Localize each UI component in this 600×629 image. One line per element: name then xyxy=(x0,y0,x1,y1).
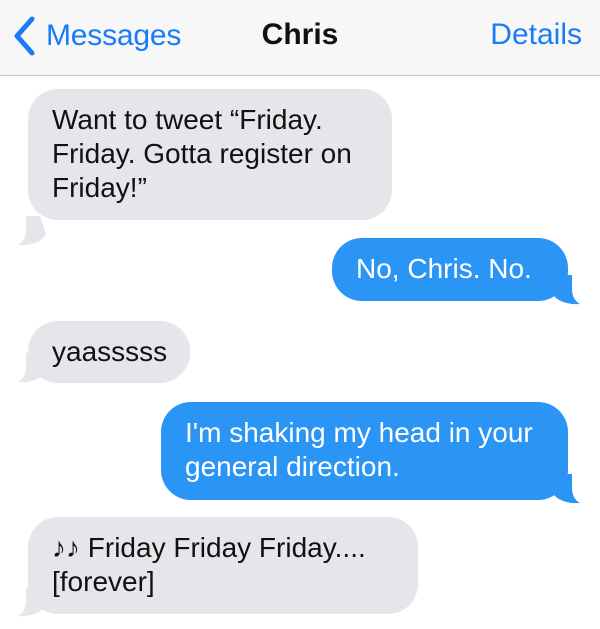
nav-bar: Messages Chris Details xyxy=(0,0,600,76)
back-button-label: Messages xyxy=(46,19,182,52)
incoming-bubble-tail xyxy=(18,216,46,246)
details-button[interactable]: Details xyxy=(490,18,582,52)
message-thread: Want to tweet “Friday. Friday. Gotta reg… xyxy=(0,76,600,629)
back-button[interactable]: Messages xyxy=(12,14,181,58)
message-bubble-outgoing[interactable]: I'm shaking my head in your general dire… xyxy=(161,402,568,500)
message-bubble-incoming[interactable]: yaasssss xyxy=(28,321,190,383)
message-bubble-incoming[interactable]: ♪♪ Friday Friday Friday.... [forever] xyxy=(28,517,418,614)
message-bubble-incoming[interactable]: Want to tweet “Friday. Friday. Gotta reg… xyxy=(28,89,392,220)
chevron-left-icon xyxy=(14,16,35,56)
message-bubble-outgoing[interactable]: No, Chris. No. xyxy=(332,238,568,301)
